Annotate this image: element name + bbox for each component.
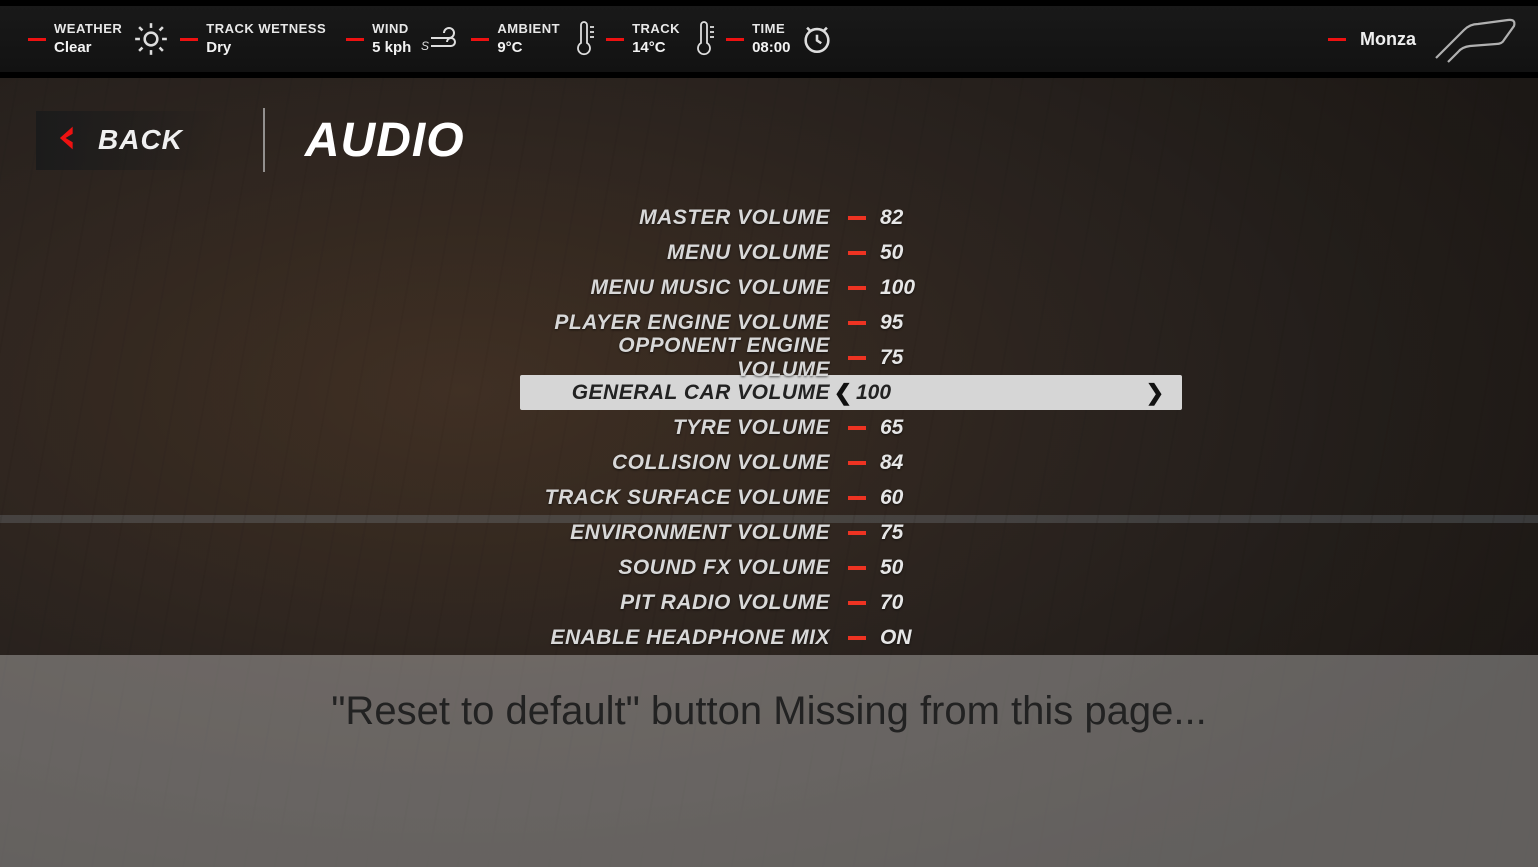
- setting-value: 82: [880, 206, 1080, 230]
- setting-row[interactable]: PIT RADIO VOLUME 70: [520, 585, 1182, 620]
- page-header: BACK AUDIO: [36, 108, 465, 172]
- dash-icon: [848, 601, 866, 605]
- setting-label: PIT RADIO VOLUME: [520, 591, 830, 615]
- setting-label: PLAYER ENGINE VOLUME: [520, 311, 830, 335]
- page-title: AUDIO: [305, 113, 465, 168]
- dash-icon: [848, 251, 866, 255]
- time-value: 08:00: [752, 39, 790, 56]
- wind-value: 5 kph: [372, 39, 411, 56]
- weather-value: Clear: [54, 39, 122, 56]
- dash-icon: [848, 321, 866, 325]
- setting-value: ON: [880, 626, 1080, 650]
- setting-label: MENU VOLUME: [520, 241, 830, 265]
- wetness-label: TRACK WETNESS: [206, 22, 326, 37]
- setting-row[interactable]: MENU MUSIC VOLUME 100: [520, 270, 1182, 305]
- setting-label: ENVIRONMENT VOLUME: [520, 521, 830, 545]
- dash-icon: [28, 38, 46, 41]
- dash-icon: [471, 38, 489, 41]
- time-readout: TIME 08:00: [716, 22, 800, 56]
- track-temp-value: 14°C: [632, 39, 680, 56]
- wind-icon: S: [421, 24, 461, 54]
- svg-text:S: S: [421, 39, 429, 53]
- dash-icon: [726, 38, 744, 41]
- wind-readout: WIND 5 kph: [336, 22, 421, 56]
- clock-icon: [800, 22, 834, 56]
- chevron-right-icon[interactable]: ❯: [1142, 380, 1168, 406]
- annotation-overlay: "Reset to default" button Missing from t…: [0, 655, 1538, 867]
- dash-icon: [848, 426, 866, 430]
- setting-row[interactable]: COLLISION VOLUME 84: [520, 445, 1182, 480]
- back-button[interactable]: BACK: [36, 111, 223, 170]
- setting-row[interactable]: OPPONENT ENGINE VOLUME75: [520, 340, 1182, 375]
- ambient-value: 9°C: [497, 39, 560, 56]
- setting-value: 70: [880, 591, 1080, 615]
- annotation-text: "Reset to default" button Missing from t…: [331, 689, 1207, 734]
- setting-value: 100: [856, 381, 1056, 405]
- setting-label: TYRE VOLUME: [520, 416, 830, 440]
- dash-icon: [848, 356, 866, 360]
- wind-label: WIND: [372, 22, 411, 37]
- setting-row[interactable]: TYRE VOLUME 65: [520, 410, 1182, 445]
- session-info-bar: WEATHER Clear TRACK WETNESS Dry WIND 5 k…: [0, 0, 1538, 78]
- wetness-readout: TRACK WETNESS Dry: [170, 22, 336, 56]
- setting-label: MASTER VOLUME: [520, 206, 830, 230]
- dash-icon: [346, 38, 364, 41]
- track-temp-readout: TRACK 14°C: [596, 22, 690, 56]
- dash-icon: [848, 566, 866, 570]
- ambient-readout: AMBIENT 9°C: [461, 22, 570, 56]
- dash-icon: [848, 531, 866, 535]
- dash-icon: [606, 38, 624, 41]
- wetness-value: Dry: [206, 39, 326, 56]
- dash-icon: [1328, 38, 1346, 41]
- sun-icon: [132, 20, 170, 58]
- time-label: TIME: [752, 22, 790, 37]
- dash-icon: [848, 216, 866, 220]
- setting-label: OPPONENT ENGINE VOLUME: [520, 334, 830, 382]
- setting-value: 84: [880, 451, 1080, 475]
- setting-row[interactable]: TRACK SURFACE VOLUME 60: [520, 480, 1182, 515]
- setting-row[interactable]: GENERAL CAR VOLUME❮100 ❯: [520, 375, 1182, 410]
- setting-label: GENERAL CAR VOLUME: [520, 381, 830, 405]
- dash-icon: [848, 496, 866, 500]
- setting-row[interactable]: MASTER VOLUME 82: [520, 200, 1182, 235]
- setting-value: 60: [880, 486, 1080, 510]
- setting-value: 75: [880, 521, 1080, 545]
- setting-label: MENU MUSIC VOLUME: [520, 276, 830, 300]
- setting-value: 75: [880, 346, 1080, 370]
- setting-label: SOUND FX VOLUME: [520, 556, 830, 580]
- audio-settings-list: MASTER VOLUME 82 MENU VOLUME 50 MENU MUSIC V…: [520, 200, 1182, 655]
- ambient-label: AMBIENT: [497, 22, 560, 37]
- back-label: BACK: [98, 124, 183, 156]
- setting-label: TRACK SURFACE VOLUME: [520, 486, 830, 510]
- header-divider: [263, 108, 265, 172]
- track-name: Monza: [1360, 29, 1416, 50]
- dash-icon: [848, 636, 866, 640]
- track-map-icon: [1430, 10, 1520, 69]
- chevron-left-icon: [50, 121, 84, 160]
- dash-icon: [180, 38, 198, 41]
- thermometer-icon: [570, 19, 596, 59]
- setting-row[interactable]: MENU VOLUME 50: [520, 235, 1182, 270]
- thermometer-icon: [690, 19, 716, 59]
- setting-row[interactable]: ENVIRONMENT VOLUME 75: [520, 515, 1182, 550]
- setting-value: 95: [880, 311, 1080, 335]
- chevron-left-icon[interactable]: ❮: [830, 380, 856, 406]
- setting-row[interactable]: ENABLE HEADPHONE MIX ON: [520, 620, 1182, 655]
- dash-icon: [848, 286, 866, 290]
- setting-value: 50: [880, 556, 1080, 580]
- setting-label: COLLISION VOLUME: [520, 451, 830, 475]
- setting-label: ENABLE HEADPHONE MIX: [520, 626, 830, 650]
- weather-readout: WEATHER Clear: [18, 22, 132, 56]
- setting-row[interactable]: SOUND FX VOLUME 50: [520, 550, 1182, 585]
- track-temp-label: TRACK: [632, 22, 680, 37]
- dash-icon: [848, 461, 866, 465]
- setting-value: 100: [880, 276, 1080, 300]
- weather-label: WEATHER: [54, 22, 122, 37]
- setting-value: 65: [880, 416, 1080, 440]
- setting-value: 50: [880, 241, 1080, 265]
